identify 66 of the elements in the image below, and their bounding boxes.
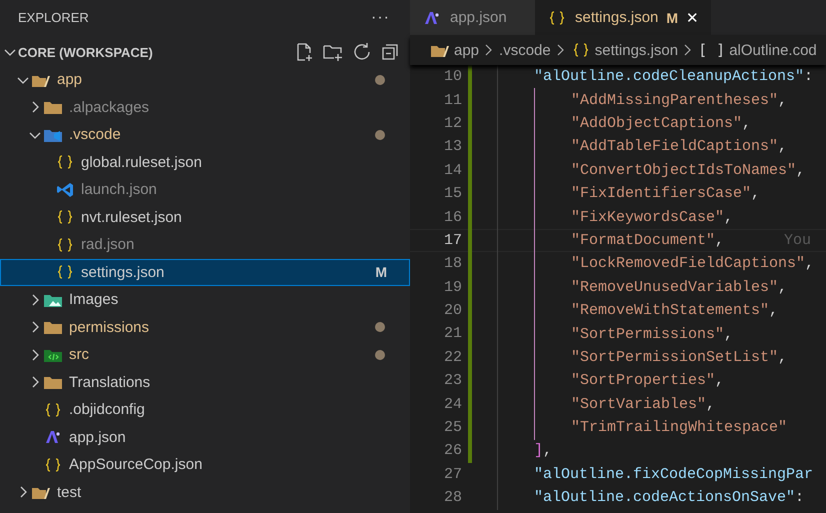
tree-item[interactable]: settings.json M <box>0 258 410 286</box>
tree-item[interactable]: rad.json <box>0 231 410 258</box>
editor-tab[interactable]: settings.json M ✕ <box>535 0 712 35</box>
tree-item[interactable]: permissions <box>0 314 410 341</box>
tree-item[interactable]: Translations <box>0 368 410 396</box>
line-number: 20 <box>442 302 462 320</box>
breadcrumb-item[interactable]: settings.json <box>594 42 678 58</box>
line-number: 27 <box>442 466 462 483</box>
line-number: 13 <box>442 138 462 156</box>
folder-icon <box>43 374 63 390</box>
braces-icon <box>547 10 567 26</box>
braces-icon <box>43 456 63 473</box>
line-number: 24 <box>442 396 462 413</box>
tree-item[interactable]: Images <box>0 286 410 314</box>
line-number: 10 <box>442 68 462 86</box>
breadcrumb-item[interactable]: app <box>454 42 480 58</box>
brackets-symbol: [ ] <box>698 41 726 59</box>
tree-item[interactable]: .objidconfig <box>0 396 410 424</box>
line-number: 14 <box>442 162 462 179</box>
explorer-title: EXPLORER <box>18 10 89 25</box>
line-number: 26 <box>442 442 462 460</box>
line-number: 18 <box>442 255 462 272</box>
code-line: "alOutline.fixCodeCopMissingPar <box>497 462 814 486</box>
code-line: "alOutline.codeCleanupActions": <box>497 65 814 89</box>
git-status-label: M <box>666 10 678 26</box>
breadcrumb-item[interactable]: alOutline.cod <box>729 42 817 58</box>
blame-annotation: You <box>784 232 812 249</box>
folder-icon <box>43 319 63 336</box>
tree-item[interactable]: app.json <box>0 424 410 451</box>
line-number: 11 <box>442 92 462 109</box>
line-number: 16 <box>442 208 462 226</box>
line-number: 25 <box>442 419 462 436</box>
tree-item[interactable]: AppSourceCop.json <box>0 451 410 478</box>
tree-item[interactable]: global.ruleset.json <box>0 148 410 176</box>
line-number: 19 <box>442 278 462 296</box>
braces-icon <box>55 209 75 226</box>
line-number: 17 <box>442 232 462 249</box>
tree-item[interactable]: .vscode <box>0 121 410 148</box>
braces-icon <box>55 264 75 280</box>
folder-icon <box>43 99 63 116</box>
braces-icon <box>55 236 75 253</box>
collapse-all-icon[interactable] <box>380 42 400 62</box>
line-number: 15 <box>442 185 462 202</box>
line-number: 12 <box>442 114 462 132</box>
line-number: 21 <box>442 325 462 342</box>
refresh-icon[interactable] <box>352 42 372 62</box>
tree-item[interactable]: nvt.ruleset.json <box>0 204 410 231</box>
code-line: "alOutline.codeActionsOnSave": <box>497 486 804 510</box>
code-line: ], <box>497 438 552 463</box>
tree-item[interactable]: app <box>0 66 410 94</box>
tree-item[interactable]: launch.json <box>0 176 410 204</box>
workspace-header[interactable]: CORE (WORKSPACE) <box>0 38 410 66</box>
editor-tab[interactable]: app.json <box>410 0 535 35</box>
breadcrumb-item[interactable]: .vscode <box>499 42 551 58</box>
line-number: 22 <box>442 348 462 366</box>
tree-item[interactable]: .alpackages <box>0 94 410 121</box>
line-number: 23 <box>442 372 462 390</box>
braces-icon <box>43 402 63 418</box>
close-button[interactable]: ✕ <box>686 8 700 26</box>
tree-item[interactable]: src <box>0 341 410 368</box>
more-actions-button[interactable]: ··· <box>371 8 390 26</box>
braces-icon <box>55 154 75 170</box>
tree-item[interactable]: test <box>0 478 410 506</box>
vscode-logo-icon <box>55 182 75 198</box>
git-status-label: M <box>375 264 387 280</box>
line-number: 28 <box>442 489 462 506</box>
